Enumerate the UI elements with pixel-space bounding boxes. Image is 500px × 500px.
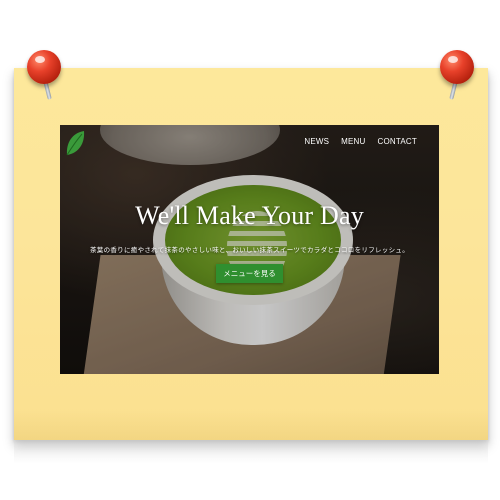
view-menu-button[interactable]: メニューを見る [216,264,283,283]
sticky-note-mockup: NEWS MENU CONTACT We'll Make Your Day 茶葉… [0,0,500,500]
note-reflection [14,440,488,464]
hero-title: We'll Make Your Day [135,201,364,230]
hero-subtitle: 茶葉の香りに癒やされて抹茶のやさしい味と、おいしい抹茶スイーツでカラダとココロを… [89,247,409,254]
pushpin-left-icon [27,50,61,102]
nav-news-link[interactable]: NEWS [304,137,329,146]
nav-contact-link[interactable]: CONTACT [378,137,417,146]
website-screenshot: NEWS MENU CONTACT We'll Make Your Day 茶葉… [60,125,439,374]
leaf-icon[interactable] [64,129,86,157]
site-nav: NEWS MENU CONTACT [304,137,417,146]
nav-menu-link[interactable]: MENU [341,137,365,146]
pushpin-right-icon [440,50,474,102]
